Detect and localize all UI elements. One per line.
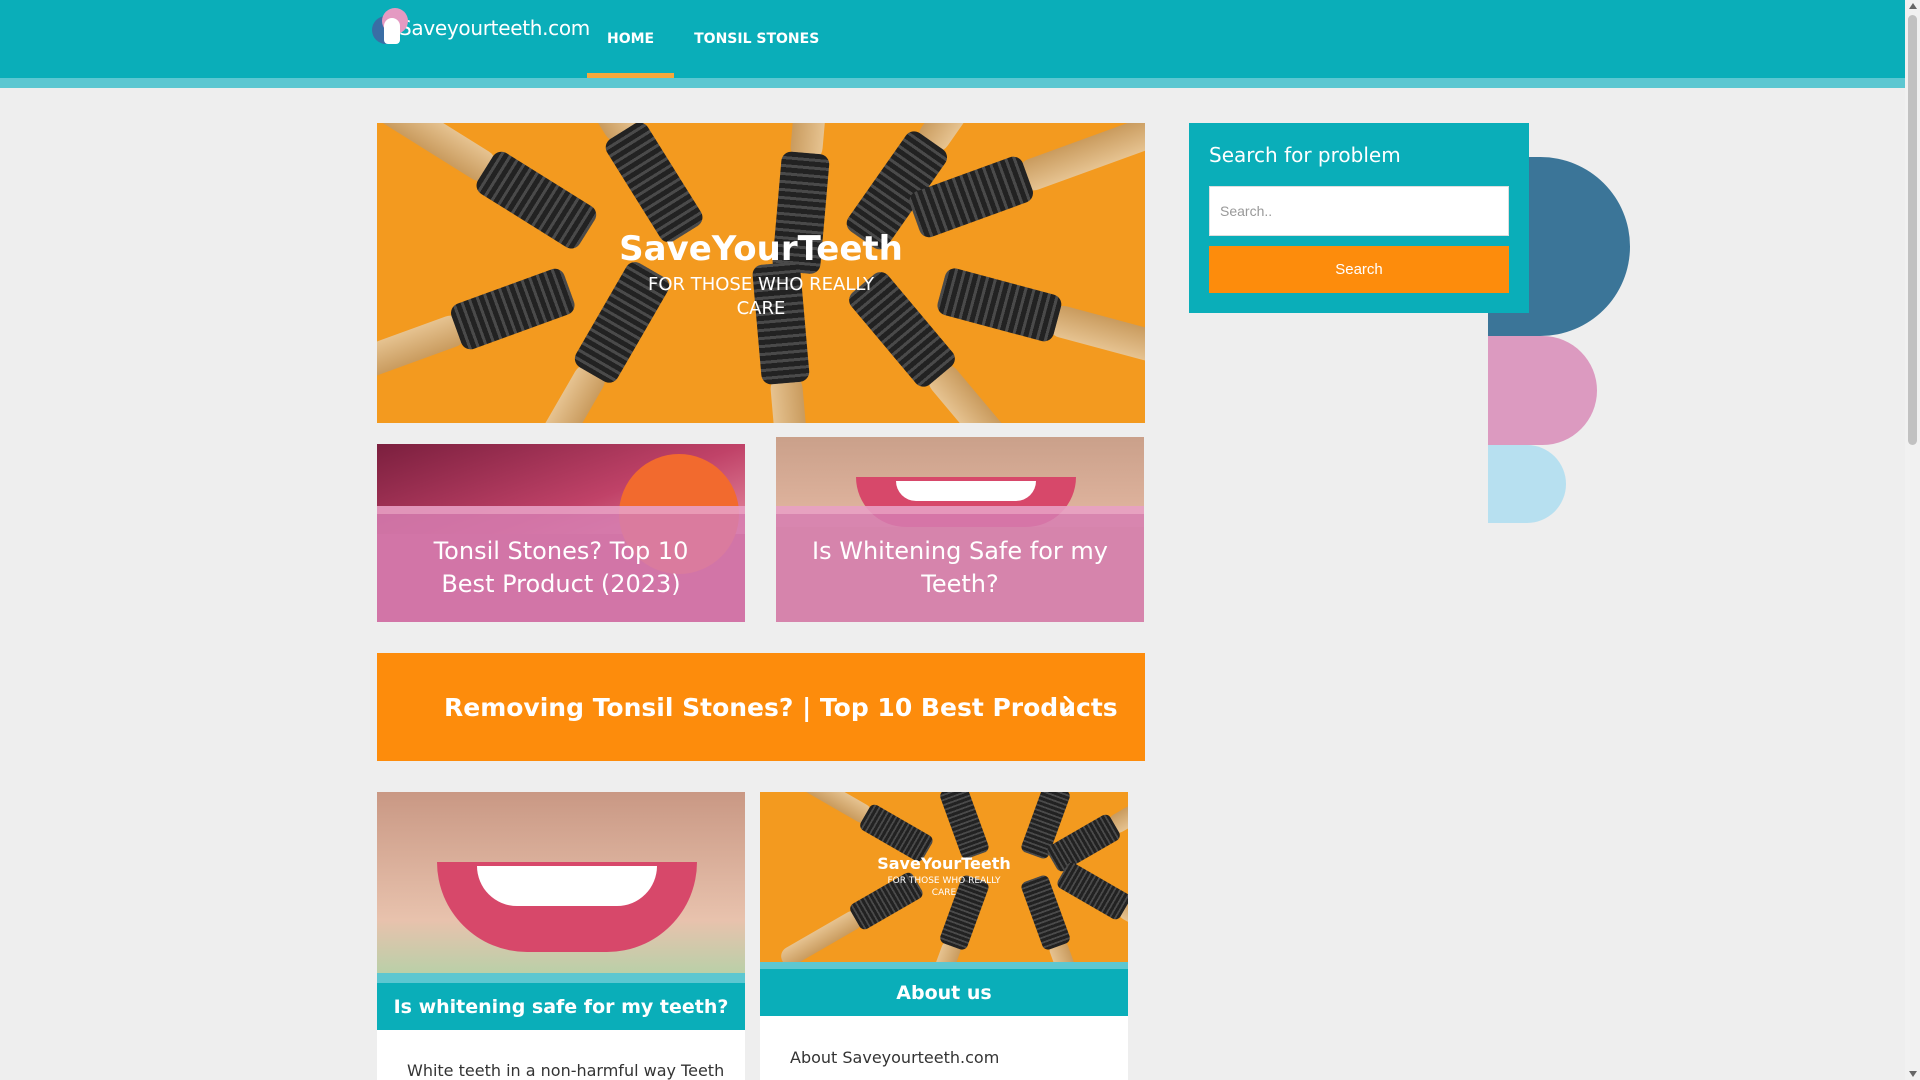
page-scrollbar[interactable] [1905,0,1920,1080]
scroll-thumb[interactable] [1908,15,1917,445]
tooth-logo-icon [372,8,408,48]
post-band [377,973,745,983]
toothbrush-image: SaveYourTeeth FOR THOSE WHO REALLY CARE [760,792,1128,962]
featured-card-whitening[interactable]: Is Whitening Safe for my Teeth? [776,437,1144,622]
mini-hero-text: SaveYourTeeth FOR THOSE WHO REALLY CARE [760,854,1128,899]
post-card-whitening[interactable]: Is whitening safe for my teeth? White te… [377,792,745,1080]
nav-home[interactable]: HOME [587,0,675,78]
search-input[interactable] [1209,186,1509,236]
card-title: Tonsil Stones? Top 10 Best Product (2023… [433,537,689,598]
smile-image [377,792,745,975]
main-nav: HOME TONSIL STONES [587,0,839,78]
chevron-right-icon [1063,696,1074,712]
decor-shape [1488,445,1566,523]
card-overlay: Is Whitening Safe for my Teeth? [776,506,1144,622]
search-title: Search for problem [1209,143,1401,167]
decor-shape [1488,336,1597,445]
scroll-down-icon[interactable] [1909,1071,1917,1077]
post-excerpt: White teeth in a non-harmful way Teeth [407,1061,725,1080]
cta-banner[interactable]: Removing Tonsil Stones? | Top 10 Best Pr… [377,653,1145,761]
header-stripe [0,78,1905,88]
post-card-about-us[interactable]: SaveYourTeeth FOR THOSE WHO REALLY CARE … [760,792,1128,1080]
search-widget: Search for problem Search [1189,123,1529,313]
hero-title: SaveYourTeeth [619,229,903,269]
site-name: Saveyourteeth.com [398,16,590,40]
featured-card-tonsil-stones[interactable]: Tonsil Stones? Top 10 Best Product (2023… [377,444,745,622]
mini-hero-subtitle: FOR THOSE WHO REALLY CARE [887,876,1001,898]
card-title: Is Whitening Safe for my Teeth? [812,537,1108,598]
post-excerpt: About Saveyourteeth.com [790,1048,1000,1067]
hero-text: SaveYourTeeth FOR THOSE WHO REALLY CARE [377,229,1145,321]
scroll-up-icon[interactable] [1909,3,1917,9]
hero-subtitle: FOR THOSE WHO REALLY CARE [647,274,875,319]
site-header: Saveyourteeth.com HOME TONSIL STONES [0,0,1905,78]
card-overlay: Tonsil Stones? Top 10 Best Product (2023… [377,506,745,622]
mini-hero-title: SaveYourTeeth [877,854,1011,873]
search-button[interactable]: Search [1209,246,1509,293]
nav-tonsil-stones[interactable]: TONSIL STONES [674,0,839,78]
hero-banner[interactable]: SaveYourTeeth FOR THOSE WHO REALLY CARE [377,123,1145,423]
post-title[interactable]: Is whitening safe for my teeth? [377,983,745,1030]
cta-label: Removing Tonsil Stones? | Top 10 Best Pr… [444,692,1118,722]
post-title[interactable]: About us [760,969,1128,1016]
site-logo[interactable]: Saveyourteeth.com [372,5,590,51]
